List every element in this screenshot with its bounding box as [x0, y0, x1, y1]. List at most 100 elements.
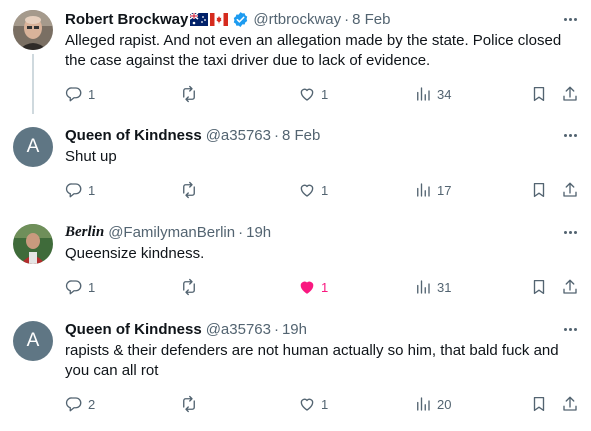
- separator-dot: ·: [273, 126, 279, 144]
- user-handle[interactable]: @rtbrockway: [253, 11, 341, 28]
- retweet-icon: [183, 278, 195, 296]
- tweet[interactable]: A Queen of Kindness @a35763 · 19h rapist…: [0, 310, 591, 413]
- tweet-actions: 1 1 34: [0, 84, 591, 104]
- bookmark-icon: [533, 279, 545, 295]
- bookmark-button[interactable]: [530, 84, 548, 104]
- display-name[interactable]: Berlin: [65, 224, 104, 241]
- like-button[interactable]: 1: [298, 180, 328, 200]
- verified-badge-icon[interactable]: [232, 11, 249, 28]
- retweet-button[interactable]: [180, 277, 203, 297]
- views-icon: [417, 183, 430, 197]
- share-button[interactable]: [561, 394, 579, 414]
- tweet-text: rapists & their defenders are not human …: [65, 342, 559, 379]
- more-icon[interactable]: [561, 11, 579, 27]
- more-icon[interactable]: [561, 321, 579, 337]
- share-icon: [563, 279, 577, 294]
- tweet-header: Queen of Kindness @a35763 · 19h: [65, 319, 555, 339]
- timestamp[interactable]: 19h: [246, 224, 271, 241]
- tweet[interactable]: A Queen of Kindness @a35763 · 8 Feb Shut…: [0, 116, 591, 213]
- timestamp[interactable]: 8 Feb: [352, 11, 390, 28]
- view-count: 17: [437, 182, 452, 198]
- avatar[interactable]: [13, 224, 53, 264]
- tweet-text: Alleged rapist. And not even an allegati…: [65, 32, 562, 69]
- reply-icon: [65, 397, 82, 412]
- retweet-button[interactable]: [180, 394, 203, 414]
- views-button[interactable]: 34: [414, 84, 451, 104]
- tweet-actions: 1 1 31: [0, 277, 591, 297]
- share-button[interactable]: [561, 84, 579, 104]
- separator-dot: ·: [273, 320, 279, 338]
- heart-icon: [300, 184, 314, 197]
- bookmark-button[interactable]: [530, 180, 548, 200]
- bookmark-icon: [533, 86, 545, 102]
- more-icon[interactable]: [561, 224, 579, 240]
- like-button[interactable]: 1: [298, 394, 328, 414]
- user-handle[interactable]: @FamilymanBerlin: [108, 224, 235, 241]
- reply-button[interactable]: 1: [65, 84, 95, 104]
- tweet-actions: 2 1 20: [0, 394, 591, 414]
- reply-button[interactable]: 1: [65, 180, 95, 200]
- avatar[interactable]: [13, 10, 53, 50]
- timestamp[interactable]: 19h: [282, 321, 307, 338]
- tweet[interactable]: Berlin @FamilymanBerlin · 19h Queensize …: [0, 213, 591, 310]
- share-button[interactable]: [561, 180, 579, 200]
- retweet-icon: [183, 85, 195, 103]
- reply-icon: [65, 183, 82, 198]
- user-handle[interactable]: @a35763: [206, 321, 271, 338]
- australia-flag-icon: [189, 11, 209, 26]
- avatar[interactable]: A: [13, 127, 53, 167]
- display-name[interactable]: Queen of Kindness: [65, 321, 202, 338]
- more-icon[interactable]: [561, 127, 579, 143]
- bookmark-button[interactable]: [530, 394, 548, 414]
- reply-count: 2: [88, 396, 96, 412]
- display-name[interactable]: Queen of Kindness: [65, 127, 202, 144]
- like-button[interactable]: 1: [298, 277, 328, 297]
- share-button[interactable]: [561, 277, 579, 297]
- timestamp[interactable]: 8 Feb: [282, 127, 320, 144]
- heart-icon: [300, 398, 314, 411]
- tweet-header: Berlin @FamilymanBerlin · 19h: [65, 222, 555, 242]
- retweet-icon: [183, 181, 195, 199]
- share-icon: [563, 396, 577, 411]
- views-icon: [417, 87, 430, 101]
- reply-button[interactable]: 2: [65, 394, 95, 414]
- reply-icon: [65, 87, 82, 102]
- retweet-button[interactable]: [180, 84, 203, 104]
- view-count: 31: [437, 279, 452, 295]
- views-icon: [417, 280, 430, 294]
- separator-dot: ·: [238, 223, 244, 241]
- reply-count: 1: [88, 86, 96, 102]
- like-count: 1: [321, 396, 329, 412]
- share-icon: [563, 86, 577, 101]
- tweet[interactable]: Robert Brockway @rtbrockway · 8 Feb Alle…: [0, 0, 591, 103]
- like-count: 1: [321, 86, 329, 102]
- views-button[interactable]: 17: [414, 180, 451, 200]
- share-icon: [563, 182, 577, 197]
- reply-count: 1: [88, 182, 96, 198]
- bookmark-button[interactable]: [530, 277, 548, 297]
- view-count: 20: [437, 396, 452, 412]
- views-icon: [417, 397, 430, 411]
- avatar[interactable]: A: [13, 321, 53, 361]
- like-button[interactable]: 1: [298, 84, 328, 104]
- tweet-actions: 1 1 17: [0, 180, 591, 200]
- display-name[interactable]: Robert Brockway: [65, 11, 188, 28]
- retweet-button[interactable]: [180, 180, 203, 200]
- tweet-text: Queensize kindness.: [65, 245, 205, 262]
- tweet-header: Robert Brockway @rtbrockway · 8 Feb: [65, 9, 555, 29]
- canada-flag-icon: [210, 12, 229, 26]
- user-handle[interactable]: @a35763: [206, 127, 271, 144]
- bookmark-icon: [533, 396, 545, 412]
- reply-button[interactable]: 1: [65, 277, 95, 297]
- view-count: 34: [437, 86, 452, 102]
- like-count: 1: [321, 279, 329, 295]
- tweet-header: Queen of Kindness @a35763 · 8 Feb: [65, 125, 555, 145]
- like-count: 1: [321, 182, 329, 198]
- heart-filled-icon: [300, 281, 314, 294]
- bookmark-icon: [533, 182, 545, 198]
- tweet-text: Shut up: [65, 148, 117, 165]
- reply-count: 1: [88, 279, 96, 295]
- views-button[interactable]: 31: [414, 277, 451, 297]
- retweet-icon: [183, 395, 195, 413]
- views-button[interactable]: 20: [414, 394, 451, 414]
